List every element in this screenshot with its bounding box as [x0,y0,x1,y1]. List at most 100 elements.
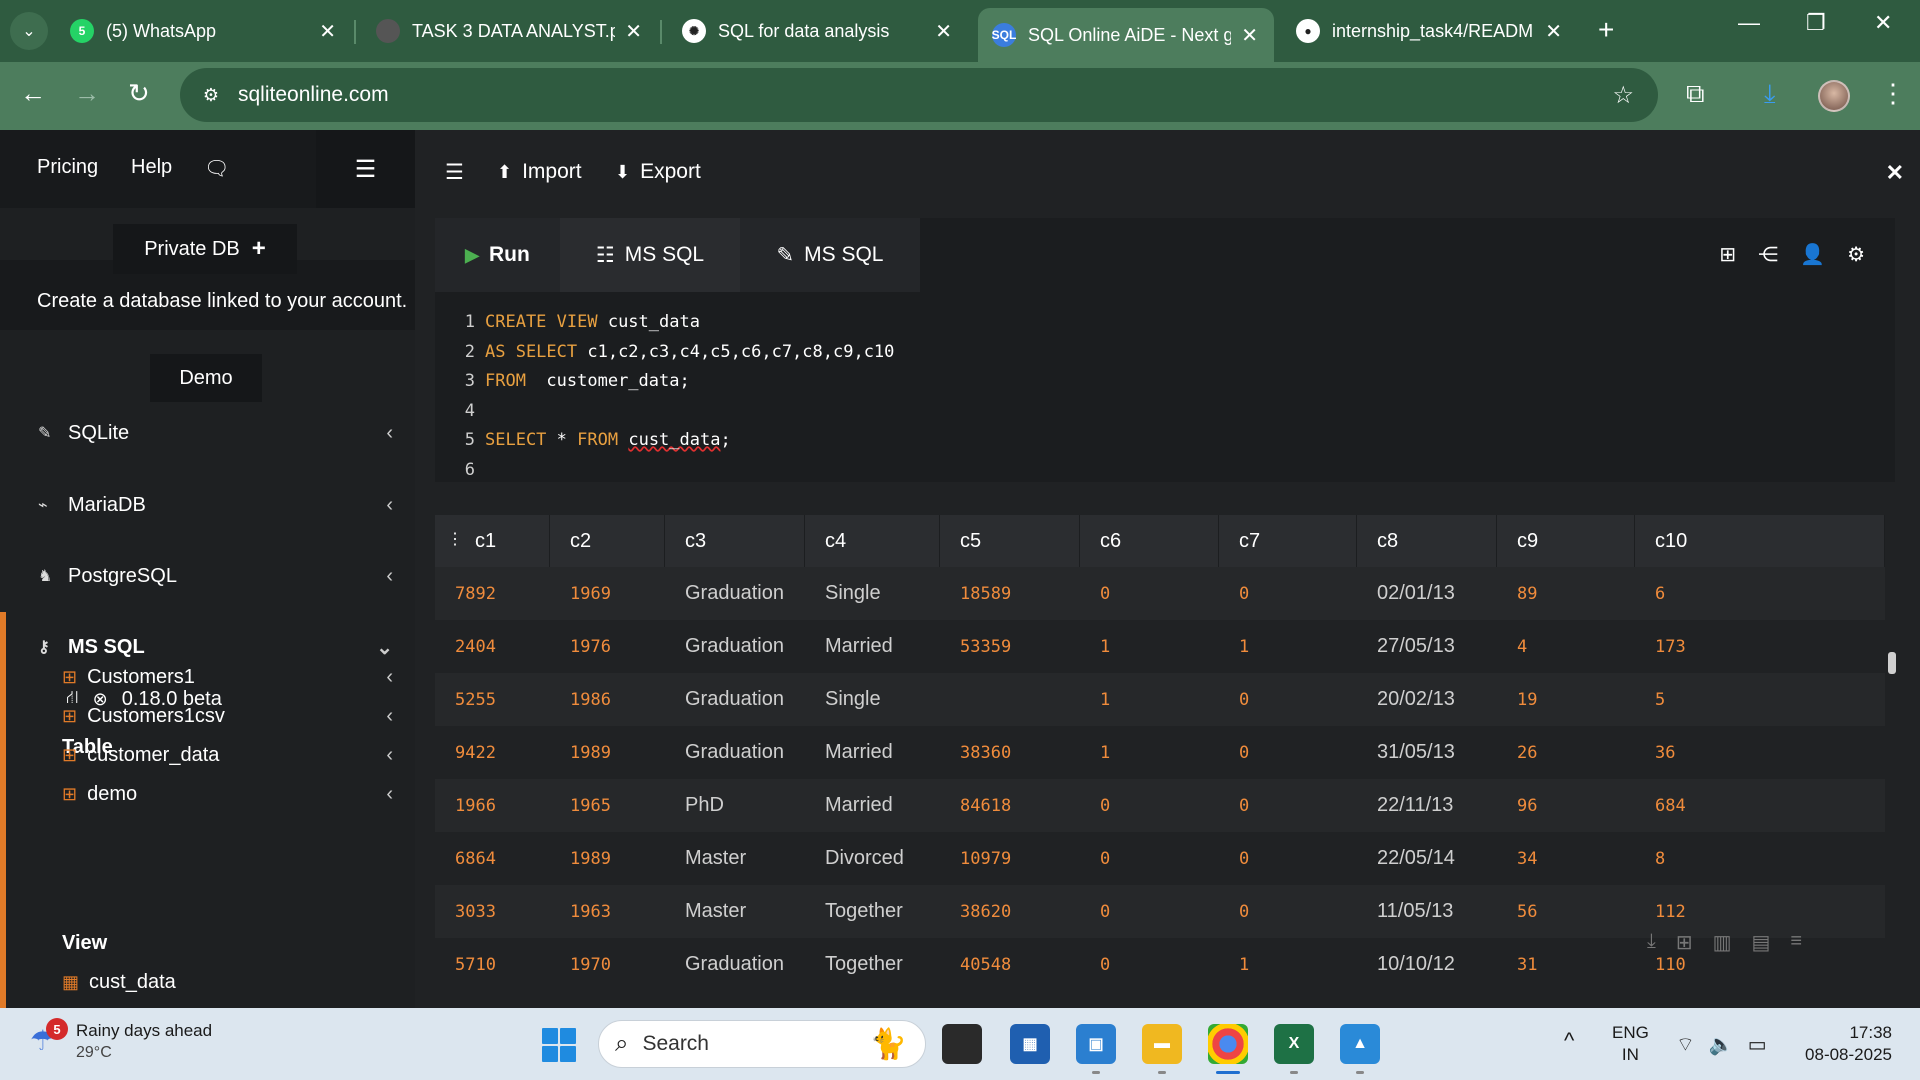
photos-icon[interactable]: ▲ [1340,1024,1380,1074]
table-row[interactable]: 2404 1976 Graduation Married 53359 1 1 27/05/13… [435,620,1885,673]
browser-tab[interactable]: SQL SQL Online AiDE - Next g ✕ [978,8,1274,62]
share-icon[interactable]: ⋲ [1758,242,1778,267]
close-panel-icon[interactable]: ✕ [1886,160,1904,186]
column-header-c7[interactable]: c7 [1219,515,1357,567]
import-button[interactable]: ⬆ Import [497,160,582,184]
store-icon[interactable]: ▦ [1010,1024,1050,1064]
profile-avatar[interactable] [1818,80,1850,112]
tab-close-icon[interactable]: ✕ [1241,23,1258,48]
weather-widget[interactable]: ☂ 5 Rainy days ahead 29°C [30,1018,212,1064]
column-header-c9[interactable]: c9 [1497,515,1635,567]
table-row[interactable]: 9422 1989 Graduation Married 38360 1 0 31/05/13… [435,726,1885,779]
column-header-c5[interactable]: c5 [940,515,1080,567]
chevron-left-icon[interactable]: ‹ [386,705,393,728]
chevron-left-icon[interactable]: ‹ [386,783,393,806]
browser-menu-icon[interactable]: ⋮ [1880,78,1906,109]
address-bar[interactable]: ⚙ sqliteonline.com ☆ [180,68,1658,122]
browser-tab[interactable]: ● internship_task4/READM ✕ [1282,10,1578,52]
extensions-icon[interactable]: ⧉ [1686,78,1705,110]
tray-expand-icon[interactable]: ^ [1564,1030,1574,1052]
chevron-left-icon[interactable]: ‹ [386,422,393,445]
help-link[interactable]: Help [131,156,172,179]
sidebar-item-postgresql[interactable]: ♞ PostgreSQL ‹ [0,549,415,603]
chevron-left-icon[interactable]: ‹ [386,666,393,689]
column-header-c8[interactable]: c8 [1357,515,1497,567]
export-button[interactable]: ⬇ Export [615,160,701,184]
restore-button[interactable]: ❐ [1806,10,1826,36]
download-results-icon[interactable]: ⤓ [1647,930,1656,955]
language-indicator[interactable]: ENG IN [1612,1022,1649,1066]
run-button[interactable]: ▶ Run [435,218,560,292]
tab-close-icon[interactable]: ✕ [1545,19,1562,44]
column-header-c10[interactable]: c10 [1635,515,1885,567]
sidebar-item-sqlite[interactable]: ✎ SQLite ‹ [0,406,415,460]
table-cell: Married [825,635,893,657]
minimize-button[interactable]: — [1738,10,1760,36]
table-row[interactable]: 1966 1965 PhD Married 84618 0 0 22/11/13 96 684 [435,779,1885,832]
download-icon[interactable]: ⤓ [1764,78,1776,110]
column-header-c2[interactable]: c2 [550,515,665,567]
results-scrollbar[interactable] [1888,652,1896,674]
column-header-c3[interactable]: c3 [665,515,805,567]
pricing-link[interactable]: Pricing [37,156,98,179]
view-item[interactable]: ▦ cust_data [62,964,415,1000]
sql-code-editor[interactable]: 1 CREATE VIEW cust_data 2 AS SELECT c1,c2,c… [435,292,1895,482]
table-view-icon[interactable]: ⊞ [1676,930,1693,955]
browser-tab[interactable]: TASK 3 DATA ANALYST.p ✕ [362,10,658,52]
table-item[interactable]: ⊞ Customers1 ‹ [62,659,415,695]
tab-mssql-query[interactable]: ☷ MS SQL [560,218,740,292]
tab-close-icon[interactable]: ✕ [319,19,336,44]
excel-icon[interactable]: X [1274,1024,1314,1074]
reload-icon[interactable]: ↻ [128,78,150,109]
bookmark-star-icon[interactable]: ☆ [1612,81,1634,110]
battery-icon[interactable]: ▭ [1748,1032,1767,1057]
demo-button[interactable]: Demo [150,354,262,402]
column-header-c6[interactable]: c6 [1080,515,1219,567]
table-item[interactable]: ⊞ Customers1csv ‹ [62,698,415,734]
taskbar-search[interactable]: ⌕ Search 🐈 [598,1020,926,1068]
chat-icon[interactable]: 🗨 [204,156,229,181]
add-tab-icon[interactable]: ⊞ [1719,242,1736,267]
site-info-icon[interactable]: ⚙ [198,82,224,108]
sidebar-item-mariadb[interactable]: ⌁ MariaDB ‹ [0,478,415,532]
forward-icon[interactable]: → [74,78,100,109]
app-icon[interactable]: ▣ [1076,1024,1116,1074]
column-header-c1[interactable]: c1 [435,515,550,567]
chevron-left-icon[interactable]: ‹ [386,744,393,767]
private-db-button[interactable]: Private DB + [113,224,297,274]
file-explorer-icon[interactable]: ▬ [1142,1024,1182,1074]
settings-gear-icon[interactable]: ⚙ [1847,242,1865,267]
tab-mssql-edit[interactable]: ✎ MS SQL [740,218,920,292]
table-item[interactable]: ⊞ customer_data ‹ [62,737,415,773]
volume-icon[interactable]: 🔈 [1709,1032,1734,1057]
wifi-icon[interactable]: ⌔ [1676,1032,1695,1057]
tab-search-button[interactable]: ⌄ [10,12,48,50]
chart-icon[interactable]: ▥ [1713,930,1732,955]
database-icon[interactable]: ☰ [316,130,415,208]
tab-close-icon[interactable]: ✕ [625,19,642,44]
windows-start-icon[interactable] [542,1028,576,1062]
table-row[interactable]: 6864 1989 Master Divorced 10979 0 0 22/05/14 34 8 [435,832,1885,885]
clock[interactable]: 17:38 08-08-2025 [1796,1022,1892,1066]
back-icon[interactable]: ← [20,78,46,109]
browser-tab[interactable]: 5 (5) WhatsApp ✕ [56,10,352,52]
line-number: 6 [464,459,475,480]
table-row[interactable]: 7892 1969 Graduation Single 18589 0 0 02/01/13 8… [435,567,1885,620]
chrome-icon[interactable] [1208,1024,1248,1074]
list-menu-icon[interactable]: ≡ [1790,930,1802,955]
new-tab-button[interactable]: + [1598,14,1614,46]
user-icon[interactable]: 👤 [1800,242,1825,267]
hamburger-menu-icon[interactable]: ☰ [445,160,464,185]
window-close-button[interactable]: ✕ [1874,10,1892,36]
column-header-c4[interactable]: c4 [805,515,940,567]
task-view-icon[interactable] [942,1024,982,1064]
chevron-left-icon[interactable]: ‹ [386,565,393,588]
notebook-icon[interactable]: ▤ [1752,930,1771,955]
tab-close-icon[interactable]: ✕ [935,19,952,44]
browser-tab[interactable]: ✺ SQL for data analysis ✕ [668,10,968,52]
table-row[interactable]: 5255 1986 Graduation Single 1 0 20/02/13 19 5 [435,673,1885,726]
table-item[interactable]: ⊞ demo ‹ [62,776,415,812]
chevron-down-icon[interactable]: ⌄ [376,635,393,660]
table-cell: 1989 [570,742,611,763]
chevron-left-icon[interactable]: ‹ [386,494,393,517]
